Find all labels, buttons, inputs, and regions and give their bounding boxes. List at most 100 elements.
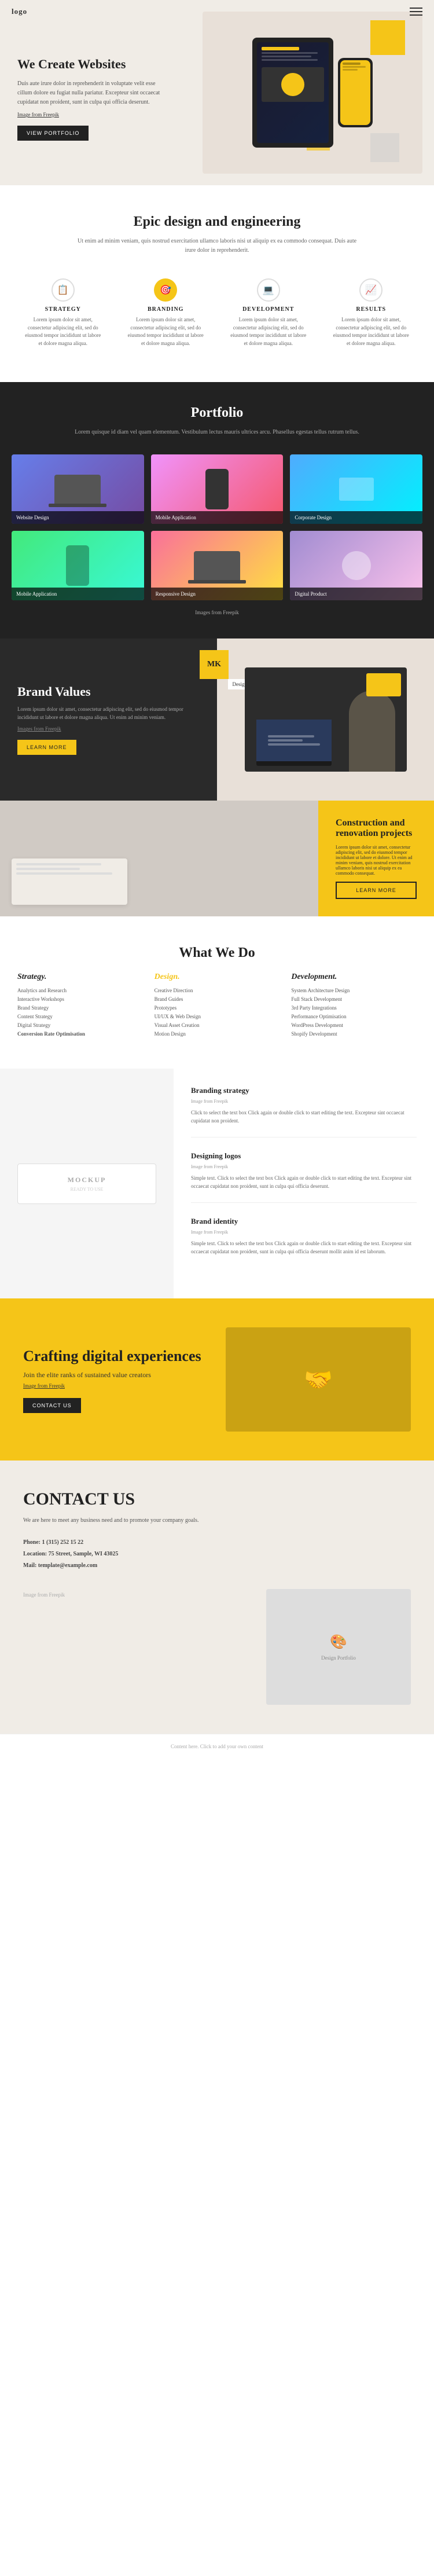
hero-description: Duis aute irure dolor in reprehenderit i… (17, 79, 168, 107)
portfolio-label-6: Digital Product (290, 588, 422, 600)
what-shopify[interactable]: Shopify Development (291, 1031, 417, 1037)
mk-badge: MK (200, 650, 229, 679)
epic-subtitle: Ut enim ad minim veniam, quis nostrud ex… (72, 237, 362, 255)
feature-branding: 🎯 BRANDING Lorem ipsum dolor sit amet, c… (120, 273, 212, 353)
what-3rd-party[interactable]: 3rd Party Integrations (291, 1005, 417, 1011)
contact-section: CONTACT US We are here to meet any busin… (0, 1461, 434, 1734)
what-workshops[interactable]: Interactive Workshops (17, 996, 143, 1002)
laptop-icon-1 (54, 475, 101, 504)
portfolio-item-3[interactable]: Corporate Design (290, 454, 422, 524)
feature-development-label: DEVELOPMENT (229, 306, 308, 313)
feature-results-label: RESULTS (332, 306, 411, 313)
what-brand-strategy[interactable]: Brand Strategy (17, 1005, 143, 1011)
portfolio-title: Portfolio (12, 405, 422, 421)
brand-cta-button[interactable]: LEARN MORE (17, 740, 76, 755)
what-creative-direction[interactable]: Creative Direction (155, 988, 280, 993)
services-section: MOCKUP READY TO USE Branding strategy Im… (0, 1069, 434, 1298)
crafting-section: Crafting digital experiences Join the el… (0, 1298, 434, 1461)
service-entry-identity: Brand identity Image from Freepik Simple… (191, 1217, 417, 1268)
portfolio-label-3: Corporate Design (290, 511, 422, 524)
portfolio-item-4[interactable]: Mobile Application (12, 531, 144, 600)
what-motion[interactable]: Motion Design (155, 1031, 280, 1037)
email-value[interactable]: template@example.com (38, 1562, 97, 1569)
what-col-development: Development. System Architecture Design … (291, 973, 417, 1040)
service-branding-label[interactable]: Image from Freepik (191, 1099, 417, 1104)
what-title: What We Do (17, 945, 417, 961)
service-logos-title: Designing logos (191, 1151, 417, 1161)
epic-section: Epic design and engineering Ut enim ad m… (0, 185, 434, 382)
what-prototypes[interactable]: Prototypes (155, 1005, 280, 1011)
desk-photo-strip: Construction and renovation projects Lor… (0, 801, 434, 916)
feature-branding-label: BRANDING (126, 306, 206, 313)
crafting-image: 🤝 (226, 1327, 411, 1432)
what-visual-assets[interactable]: Visual Asset Creation (155, 1022, 280, 1028)
portfolio-subtitle: Lorem quisque id diam vel quam elementum… (72, 428, 362, 437)
what-wordpress[interactable]: WordPress Development (291, 1022, 417, 1028)
portfolio-item-6[interactable]: Digital Product (290, 531, 422, 600)
results-icon: 📈 (359, 278, 382, 302)
what-col-design: Design. Creative Direction Brand Guides … (155, 973, 280, 1040)
feature-strategy: 📋 STRATEGY Lorem ipsum dolor sit amet, c… (17, 273, 109, 353)
crafting-title: Crafting digital experiences (23, 1346, 208, 1366)
what-cro[interactable]: Conversion Rate Optimisation (17, 1031, 143, 1037)
mockup-box: MOCKUP READY TO USE (17, 1164, 156, 1204)
service-entry-branding: Branding strategy Image from Freepik Cli… (191, 1086, 417, 1137)
service-identity-label[interactable]: Image from Freepik (191, 1230, 417, 1235)
brand-description: Lorem ipsum dolor sit amet, consectetur … (17, 705, 200, 722)
portfolio-item-2[interactable]: Mobile Application (151, 454, 284, 524)
portfolio-credit[interactable]: Images from Freepik (12, 610, 422, 615)
contact-description: We are here to meet any business need an… (23, 1516, 411, 1525)
mockup-title: MOCKUP (30, 1176, 144, 1184)
portfolio-item-5[interactable]: Responsive Design (151, 531, 284, 600)
service-entry-logos: Designing logos Image from Freepik Simpl… (191, 1151, 417, 1203)
crafting-cta-button[interactable]: CONTACT US (23, 1398, 81, 1413)
what-analytics[interactable]: Analytics and Research (17, 988, 143, 993)
crafting-content: Crafting digital experiences Join the el… (23, 1346, 208, 1413)
view-portfolio-button[interactable]: VIEW PORTFOLIO (17, 126, 89, 141)
tablet-mockup (252, 38, 333, 148)
what-uiux[interactable]: UI/UX & Web Design (155, 1014, 280, 1019)
brand-image (217, 639, 434, 801)
logo: logo (12, 7, 27, 16)
hero-section: We Create Websites Duis aute irure dolor… (0, 0, 434, 185)
location-label: Location: (23, 1551, 47, 1557)
what-digital-strategy[interactable]: Digital Strategy (17, 1022, 143, 1028)
hero-devices (203, 12, 422, 174)
services-entries: Branding strategy Image from Freepik Cli… (174, 1069, 434, 1298)
contact-image-area: 🎨 Design Portfolio (266, 1589, 411, 1705)
desk-screen (256, 720, 332, 761)
design-heading: Design. (155, 973, 280, 982)
desk-visual (245, 667, 407, 772)
header: logo (0, 0, 434, 23)
portfolio-label-4: Mobile Application (12, 588, 144, 600)
laptop-icon-5 (194, 551, 240, 580)
what-brand-guides[interactable]: Brand Guides (155, 996, 280, 1002)
portfolio-label-5: Responsive Design (151, 588, 284, 600)
features-grid: 📋 STRATEGY Lorem ipsum dolor sit amet, c… (17, 273, 417, 353)
what-grid: Strategy. Analytics and Research Interac… (17, 973, 417, 1040)
contact-image-credit[interactable]: Image from Freepik (23, 1592, 65, 1598)
hero-image-credit[interactable]: Image from Freepik (17, 112, 168, 118)
what-performance[interactable]: Performance Optimisation (291, 1014, 417, 1019)
service-logos-label[interactable]: Image from Freepik (191, 1164, 417, 1169)
development-icon: 💻 (257, 278, 280, 302)
portfolio-label-1: Website Design (12, 511, 144, 524)
what-fullstack[interactable]: Full Stack Development (291, 996, 417, 1002)
crafting-image-credit[interactable]: Image from Freepik (23, 1383, 208, 1389)
decorative-square-1 (370, 20, 405, 55)
construction-cta-button[interactable]: LEARN MORE (336, 882, 417, 899)
menu-button[interactable] (410, 8, 422, 16)
service-logos-text: Simple text. Click to select the text bo… (191, 1174, 417, 1191)
phone-mockup (338, 58, 373, 127)
location-value: 75 Street, Sample, WI 43025 (49, 1551, 119, 1557)
service-branding-text: Click to select the text box Click again… (191, 1109, 417, 1125)
what-architecture[interactable]: System Architecture Design (291, 988, 417, 993)
brand-image-credit[interactable]: Images from Freepik (17, 726, 200, 732)
desk-laptop (256, 720, 332, 766)
portfolio-item-1[interactable]: Website Design (12, 454, 144, 524)
development-heading: Development. (291, 973, 417, 982)
what-section: What We Do Strategy. Analytics and Resea… (0, 916, 434, 1069)
service-identity-text: Simple text. Click to select the text bo… (191, 1239, 417, 1256)
what-content-strategy[interactable]: Content Strategy (17, 1014, 143, 1019)
portfolio-label-2: Mobile Application (151, 511, 284, 524)
